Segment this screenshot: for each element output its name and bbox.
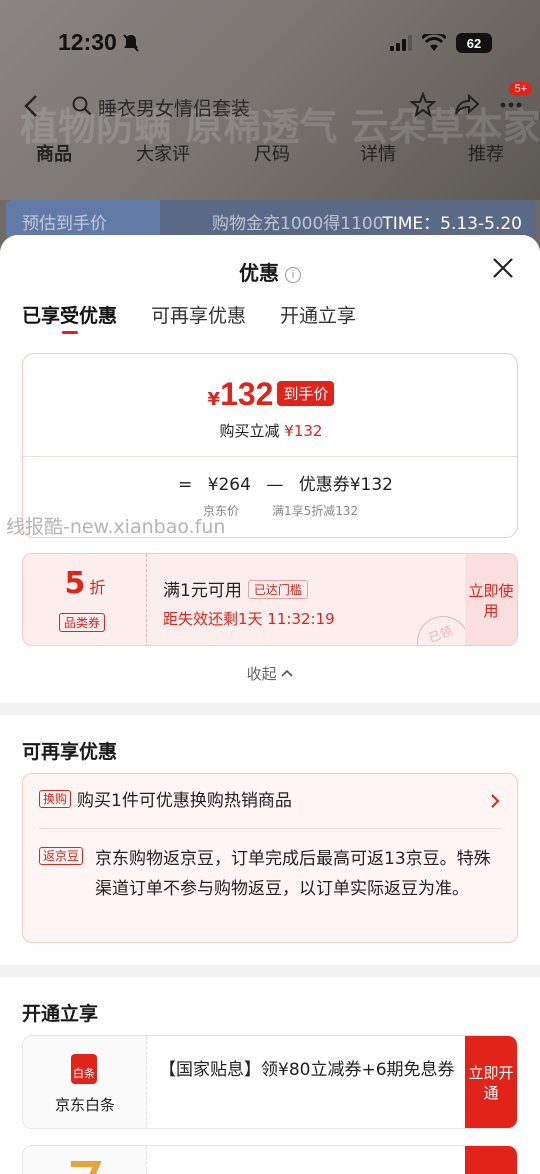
baitiao-left: 白条 京东白条: [23, 1036, 147, 1128]
coupon-countdown: 距失效还剩1天 11:32:19: [163, 610, 335, 628]
tab-reviews[interactable]: 大家评: [136, 140, 190, 166]
info-icon[interactable]: i: [285, 267, 301, 283]
divider: [23, 456, 517, 457]
final-price-value: 132: [220, 376, 274, 412]
status-bar: 12:30 62: [0, 0, 540, 88]
enjoyed-discount-panel: 优惠 i 已享受优惠 可再享优惠 开通立享 ¥132 到手价 购买立减 ¥132 =…: [0, 235, 540, 703]
equals-sign: =: [178, 475, 193, 495]
divider: [39, 828, 501, 829]
share-icon[interactable]: [454, 92, 480, 118]
exchange-text: 购买1件可优惠换购热销商品: [77, 791, 292, 811]
collapse-button[interactable]: 收起: [0, 663, 540, 684]
coupon-discount-unit: 折: [89, 578, 106, 597]
status-icons: 62: [390, 33, 492, 53]
chevron-up-icon: [281, 669, 293, 677]
category-coupon-card: 5折 品类券 满1元可用 已达门槛 距失效还剩1天 11:32:19 已领 立即使…: [22, 553, 518, 646]
more-discount-section: 可再享优惠 换购 购买1件可优惠换购热销商品 返京豆 京东购物返京豆，订单完成后最…: [0, 715, 540, 965]
search-icon: [72, 96, 92, 116]
instant-reduction: 购买立减 ¥132: [23, 420, 519, 441]
product-tabs: 商品 大家评 尺码 详情 推荐: [0, 140, 540, 182]
baitiao-name: 京东白条: [54, 1096, 115, 1114]
minus-sign: —: [266, 475, 284, 495]
use-now-button[interactable]: 立即使用: [465, 554, 517, 645]
discount-tabs: 已享受优惠 可再享优惠 开通立享: [22, 301, 356, 334]
section-title: 开通立享: [22, 1003, 99, 1025]
star-icon[interactable]: [410, 92, 436, 118]
wifi-icon: [422, 34, 446, 51]
coupon-condition-text: 满1元可用: [163, 581, 242, 601]
promo-estimated-price: 预估到手价: [22, 214, 107, 234]
tab-recommend[interactable]: 推荐: [468, 140, 504, 166]
sheet-title: 优惠 i: [0, 257, 540, 286]
tab-more-available[interactable]: 可再享优惠: [151, 301, 246, 328]
final-price-card: ¥132 到手价 购买立减 ¥132 = ¥264 — 优惠券¥132 京东价 满…: [22, 353, 518, 538]
product-nav-bar: 睡衣男女情侣套装 5+: [0, 82, 540, 126]
coupon-condition: 满1元可用 已达门槛: [163, 576, 308, 601]
final-price: ¥132 到手价: [23, 376, 519, 413]
second-offer-button[interactable]: [465, 1146, 517, 1174]
tab-enjoyed[interactable]: 已享受优惠: [22, 301, 117, 334]
tab-details[interactable]: 详情: [360, 140, 396, 166]
tab-size[interactable]: 尺码: [254, 140, 290, 166]
coupon-type-badge: 品类券: [59, 613, 106, 632]
exchange-tag: 换购: [39, 790, 72, 808]
exchange-row[interactable]: 换购 购买1件可优惠换购热销商品: [39, 786, 501, 816]
open-enjoy-section: 开通立享 白条 京东白条 【国家贴息】领¥80立减券+6期免息券 立即开通: [0, 977, 540, 1174]
baitiao-offer-text: 【国家贴息】领¥80立减券+6期免息券: [159, 1060, 455, 1080]
reduction-value: ¥132: [284, 422, 323, 440]
second-offer-left: [23, 1146, 147, 1174]
mute-bell-icon: [123, 34, 139, 52]
jd-price: ¥264: [207, 475, 251, 495]
coupon-rule-label: 满1享5折减132: [272, 504, 359, 518]
coupon-discount: 5折: [23, 566, 147, 601]
nav-actions: [410, 92, 524, 118]
search-input[interactable]: 睡衣男女情侣套装: [98, 94, 250, 121]
baitiao-icon: 白条: [71, 1054, 97, 1084]
signal-icon: [390, 35, 412, 51]
price-formula: = ¥264 — 优惠券¥132: [178, 470, 403, 495]
discount-sheet: 优惠 i 已享受优惠 可再享优惠 开通立享 ¥132 到手价 购买立减 ¥132 =…: [0, 235, 540, 1174]
back-arrow-icon[interactable]: [22, 94, 42, 118]
tab-open-enjoy[interactable]: 开通立享: [280, 301, 356, 328]
brand-logo-icon: [71, 1161, 102, 1174]
status-time: 12:30: [58, 29, 117, 55]
threshold-reached-badge: 已达门槛: [247, 580, 308, 599]
background-product-page: 植物防螨 原棉透气 云朵草本家居服 12:30 62: [0, 0, 540, 260]
close-icon[interactable]: [492, 257, 514, 279]
battery-icon: 62: [456, 33, 492, 53]
promo-strip: 预估到手价 购物金充1000得1100 TIME：5.13-5.20: [6, 200, 536, 240]
chevron-right-icon: [491, 794, 500, 808]
coupon-discount-value: 5: [64, 566, 86, 601]
currency-symbol: ¥: [207, 389, 221, 410]
message-badge: 5+: [509, 82, 532, 96]
sheet-title-text: 优惠: [239, 261, 279, 285]
reduction-label: 购买立减: [219, 422, 280, 440]
promo-time: TIME：5.13-5.20: [382, 214, 522, 234]
collapse-label: 收起: [246, 665, 277, 683]
final-price-tag: 到手价: [277, 381, 335, 406]
tab-product[interactable]: 商品: [36, 140, 72, 166]
coupon-discount-area: 5折 品类券: [23, 554, 147, 645]
open-now-button[interactable]: 立即开通: [465, 1036, 517, 1128]
second-offer-card: [22, 1145, 518, 1174]
jingdou-text: 京东购物返京豆，订单完成后最高可返13京豆。特殊渠道订单不参与购物返豆，以订单实…: [95, 849, 491, 899]
promo-gold-text: 购物金充1000得1100: [212, 214, 384, 234]
watermark-text: 线报酷-new.xianbao.fun: [6, 516, 226, 538]
section-title: 可再享优惠: [22, 741, 118, 763]
baitiao-offer-card: 白条 京东白条 【国家贴息】领¥80立减券+6期免息券 立即开通: [22, 1035, 518, 1129]
benefit-box: 换购 购买1件可优惠换购热销商品 返京豆 京东购物返京豆，订单完成后最高可返13京…: [22, 773, 518, 943]
coupon-amount: 优惠券¥132: [298, 475, 393, 495]
jingdou-tag: 返京豆: [39, 847, 84, 865]
